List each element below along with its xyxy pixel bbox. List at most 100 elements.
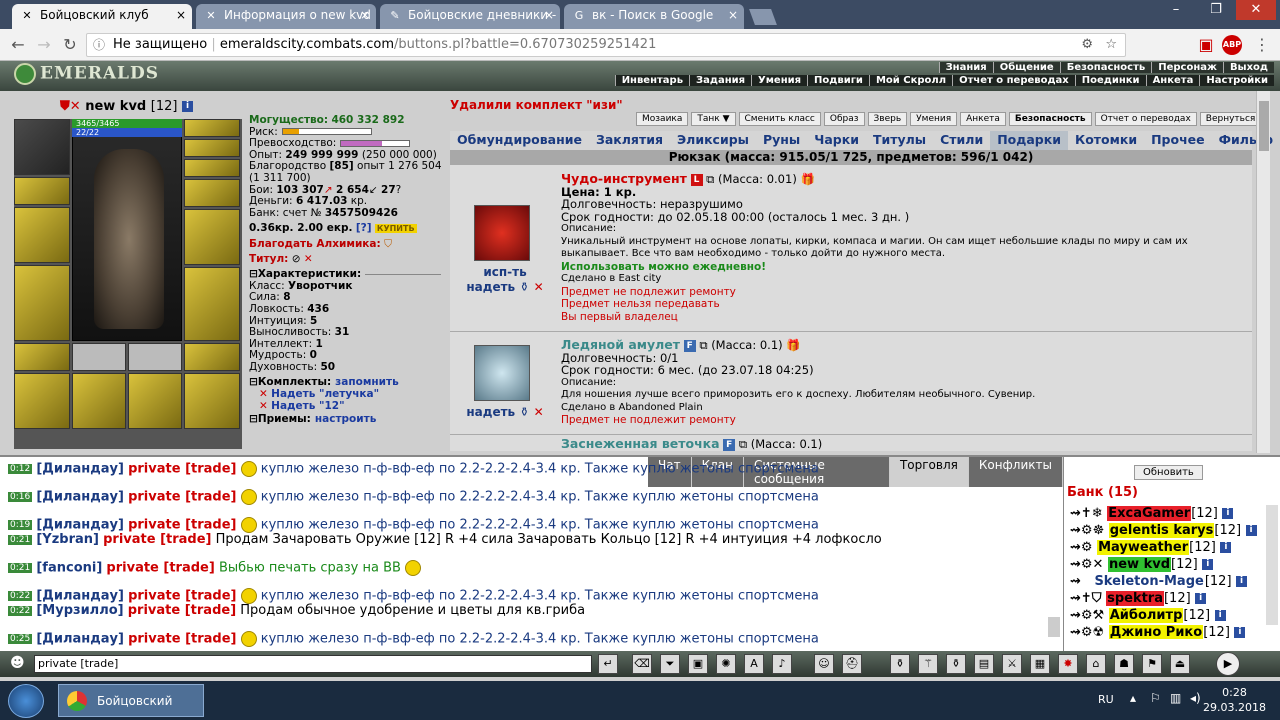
shield-slot[interactable]	[184, 267, 240, 341]
player-row[interactable]: ⇝⚙⚒ Айболитр[12] i	[1070, 608, 1226, 623]
network-icon[interactable]: ▥	[1170, 691, 1181, 705]
delete-item-icon[interactable]: ✕	[534, 280, 544, 294]
tab-spells[interactable]: Заклятия	[589, 131, 670, 150]
taskbar-chrome-item[interactable]: Бойцовский клу...	[58, 684, 204, 717]
minimize-icon[interactable]: –	[1156, 0, 1196, 20]
new-tab-button[interactable]	[749, 9, 777, 25]
buy-button[interactable]: КУПИТЬ	[374, 224, 417, 234]
player-row[interactable]: ⇝ Skeleton-Mage[12] i	[1070, 574, 1248, 589]
menu-my-scroll[interactable]: Мой Скролл	[868, 75, 952, 86]
people-icon[interactable]: ☗	[1114, 654, 1134, 674]
clock[interactable]: 0:28 29.03.2018	[1203, 685, 1266, 715]
sound-icon[interactable]: ♪	[772, 654, 792, 674]
item-title[interactable]: Чудо-инструмент	[561, 171, 687, 186]
weapon-right-slot[interactable]	[184, 209, 240, 265]
player-row[interactable]: ⇝⚙☢ Джино Рико[12] i	[1070, 625, 1246, 639]
bag-slot-3[interactable]	[184, 373, 240, 429]
chat-input[interactable]: private [trade]	[34, 655, 592, 673]
helmet-icon[interactable]: ⛑	[842, 654, 862, 674]
flag-icon[interactable]: ⚑	[1142, 654, 1162, 674]
player-info-icon[interactable]: i	[1245, 525, 1257, 536]
wear-set-1-link[interactable]: Надеть "летучка"	[271, 388, 379, 400]
menu-exit[interactable]: Выход	[1222, 62, 1274, 73]
chat-mode-icon[interactable]: ☻	[10, 655, 30, 673]
eraser-icon[interactable]: ⌫	[632, 654, 652, 674]
adblock-icon[interactable]: ABP	[1222, 35, 1242, 55]
player-row[interactable]: ⇝✝❄ ExcaGamer[12] i	[1070, 506, 1234, 521]
menu-achievements[interactable]: Подвиги	[807, 75, 869, 86]
tray-arrow-icon[interactable]: ▴	[1130, 691, 1136, 705]
send-icon[interactable]: ↵	[598, 654, 618, 674]
attack-icon[interactable]: ✸	[1058, 654, 1078, 674]
rates-help-link[interactable]: [?]	[356, 222, 372, 235]
mosaic-button[interactable]: Мозаика	[636, 112, 689, 126]
pet-button[interactable]: Зверь	[867, 112, 908, 126]
chat-tab-trade[interactable]: Торговля	[889, 457, 969, 487]
menu-skills[interactable]: Умения	[751, 75, 807, 86]
bookmark-star-icon[interactable]: ☆	[1105, 34, 1117, 56]
player-info-icon[interactable]: i	[1236, 576, 1248, 587]
copy-icon[interactable]: ⧉	[739, 437, 747, 451]
font-icon[interactable]: A	[744, 654, 764, 674]
boots-slot[interactable]	[14, 373, 70, 429]
save-icon[interactable]: ▣	[688, 654, 708, 674]
belt-slot[interactable]	[14, 343, 70, 371]
chest-icon[interactable]: ▤	[974, 654, 994, 674]
bag-slot-2[interactable]	[128, 373, 182, 429]
info-icon[interactable]: ⓘ	[93, 34, 105, 56]
player-row[interactable]: ⇝✝⛉ spektra[12] i	[1070, 591, 1207, 606]
techniques-header[interactable]: ⊟ Приемы: настроить	[249, 414, 445, 426]
forward-icon[interactable]: →	[34, 35, 54, 55]
tab-google[interactable]: G вк - Поиск в Google ×	[564, 4, 744, 29]
helmet-slot[interactable]	[14, 119, 70, 175]
ice-amulet-image[interactable]	[474, 345, 530, 401]
menu-settings[interactable]: Настройки	[1199, 75, 1274, 86]
return-button[interactable]: Вернуться	[1199, 112, 1262, 126]
tab-equipment[interactable]: Обмундирование	[450, 131, 589, 150]
weapon-left-slot[interactable]	[14, 207, 70, 263]
bag-icon[interactable]: ⚱	[890, 654, 910, 674]
player-info-icon[interactable]: i	[1220, 542, 1232, 553]
tab-runes[interactable]: Руны	[756, 131, 807, 150]
pouch-icon[interactable]: ⚱	[946, 654, 966, 674]
use-link[interactable]: исп-ть	[460, 265, 550, 280]
chat-tab-conflicts[interactable]: Конфликты	[968, 457, 1063, 487]
filter-icon[interactable]: ⏷	[660, 654, 680, 674]
back-icon[interactable]: ←	[8, 35, 28, 55]
menu-inventory[interactable]: Инвентарь	[614, 75, 689, 86]
reload-icon[interactable]: ↻	[60, 35, 80, 55]
menu-transfer-report[interactable]: Отчет о переводах	[952, 75, 1075, 86]
map-icon[interactable]: ▦	[1030, 654, 1050, 674]
scrollbar-thumb[interactable]	[1259, 101, 1269, 151]
close-tab-icon[interactable]: ×	[728, 8, 738, 22]
amulet-slot[interactable]	[184, 343, 240, 371]
close-tab-icon[interactable]: ×	[544, 8, 554, 22]
house-icon[interactable]: ⌂	[1086, 654, 1106, 674]
ring-slot[interactable]	[184, 159, 240, 177]
page-scrollbar[interactable]	[1256, 91, 1270, 453]
profile-button[interactable]: Анкета	[960, 112, 1006, 126]
tab-charms[interactable]: Чарки	[807, 131, 866, 150]
player-info-icon[interactable]: i	[1234, 627, 1246, 638]
menu-fights[interactable]: Поединки	[1074, 75, 1146, 86]
player-row[interactable]: ⇝⚙✕ new kvd[12] i	[1070, 557, 1214, 572]
translate-icon[interactable]: ▣	[1196, 35, 1216, 55]
gloves-slot[interactable]	[184, 179, 240, 207]
menu-knowledge[interactable]: Знания	[938, 62, 993, 73]
windows-start-icon[interactable]	[8, 684, 44, 718]
menu-character[interactable]: Персонаж	[1151, 62, 1223, 73]
bag-slot-1[interactable]	[72, 373, 126, 429]
smiles-icon[interactable]: ☺	[814, 654, 834, 674]
earring-slot[interactable]	[184, 119, 240, 137]
security-button[interactable]: Безопасность	[1008, 112, 1092, 126]
item-title[interactable]: Заснеженная веточка	[561, 436, 720, 451]
tab-diaries[interactable]: ✎ Бойцовские дневники - ×	[380, 4, 560, 29]
wear-link[interactable]: надеть	[466, 405, 515, 419]
refresh-button[interactable]: Обновить	[1134, 465, 1203, 480]
menu-quests[interactable]: Задания	[689, 75, 751, 86]
menu-security[interactable]: Безопасность	[1059, 62, 1152, 73]
skills-button[interactable]: Умения	[910, 112, 958, 126]
sword-icon[interactable]: ⚔	[1002, 654, 1022, 674]
wonder-tool-image[interactable]	[474, 205, 530, 261]
wand-icon[interactable]: ⚚	[918, 654, 938, 674]
